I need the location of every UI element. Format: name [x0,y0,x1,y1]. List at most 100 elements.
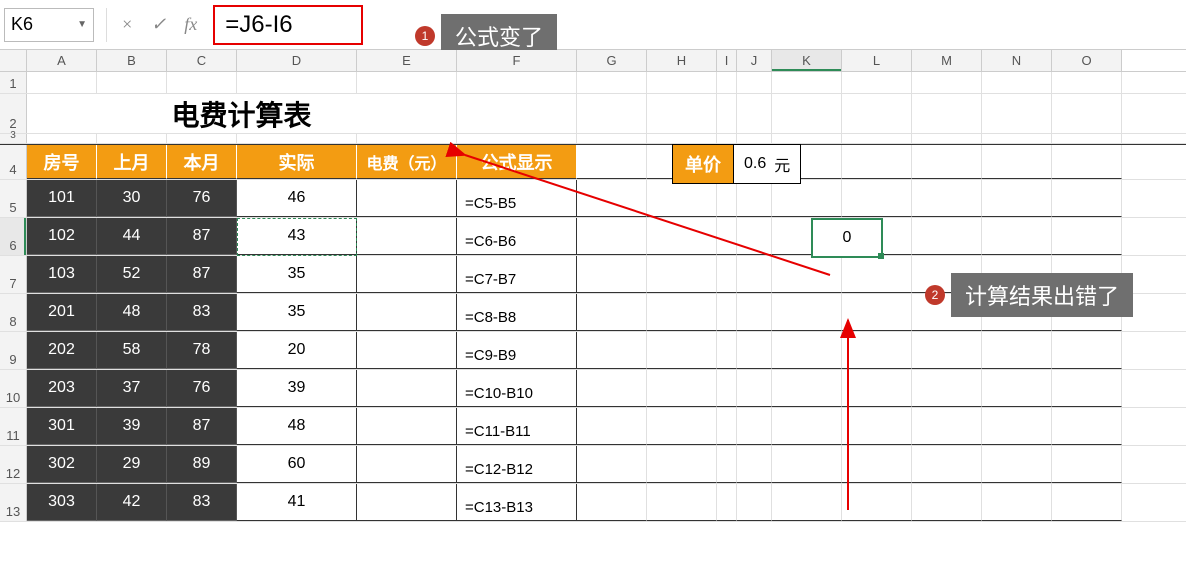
col-header-H[interactable]: H [647,50,717,71]
cell-fee[interactable] [357,218,457,255]
cell-room[interactable]: 303 [27,484,97,521]
cell[interactable] [737,256,772,293]
cell-last[interactable]: 52 [97,256,167,293]
cell[interactable] [577,180,647,217]
cell[interactable] [842,256,912,293]
cell-last[interactable]: 44 [97,218,167,255]
cell-formula[interactable]: =C8-B8 [457,294,577,331]
row-header-3[interactable]: 3 [0,134,27,143]
row-header-2[interactable]: 2 [0,94,27,133]
cell[interactable] [982,332,1052,369]
cell-last[interactable]: 30 [97,180,167,217]
cell-this[interactable]: 87 [167,218,237,255]
chevron-down-icon[interactable]: ▼ [77,19,87,30]
row-header-4[interactable]: 4 [0,145,27,179]
cell[interactable] [647,294,717,331]
cell[interactable] [647,332,717,369]
cell[interactable] [717,294,737,331]
cell-room[interactable]: 103 [27,256,97,293]
cell[interactable] [842,484,912,521]
col-header-J[interactable]: J [737,50,772,71]
cell-actual[interactable]: 41 [237,484,357,521]
col-header-O[interactable]: O [1052,50,1122,71]
cell[interactable] [842,332,912,369]
cell[interactable] [647,408,717,445]
cell[interactable] [737,294,772,331]
cell-actual[interactable]: 35 [237,256,357,293]
cell[interactable] [982,484,1052,521]
cell[interactable] [1052,408,1122,445]
cell-this[interactable]: 87 [167,408,237,445]
cell[interactable] [577,370,647,407]
row-header-11[interactable]: 11 [0,408,27,445]
cell-room[interactable]: 102 [27,218,97,255]
cell[interactable] [772,180,842,217]
cancel-icon[interactable]: × [121,14,133,35]
cell-fee[interactable] [357,408,457,445]
cell[interactable] [737,370,772,407]
row-header-6[interactable]: 6 [0,218,27,255]
cell-formula[interactable]: =C11-B11 [457,408,577,445]
cell[interactable] [772,408,842,445]
cell-formula[interactable]: =C6-B6 [457,218,577,255]
cell[interactable] [1052,180,1122,217]
cell[interactable] [577,332,647,369]
cell[interactable] [982,408,1052,445]
cell[interactable] [912,484,982,521]
cell-fee[interactable] [357,332,457,369]
cell-formula[interactable]: =C12-B12 [457,446,577,483]
cell[interactable] [912,218,982,255]
col-header-D[interactable]: D [237,50,357,71]
cell-formula[interactable]: =C7-B7 [457,256,577,293]
cell-fee[interactable] [357,256,457,293]
cell[interactable] [577,218,647,255]
cell-room[interactable]: 101 [27,180,97,217]
cell-formula[interactable]: =C13-B13 [457,484,577,521]
hdr-formula[interactable]: 公式显示 [457,145,577,179]
cell[interactable] [717,408,737,445]
cell-last[interactable]: 29 [97,446,167,483]
cell[interactable] [577,294,647,331]
cell-this[interactable]: 78 [167,332,237,369]
col-header-F[interactable]: F [457,50,577,71]
row-header-7[interactable]: 7 [0,256,27,293]
cell[interactable] [737,218,772,255]
cell[interactable] [1052,446,1122,483]
hdr-fee[interactable]: 电费（元） [357,145,457,179]
cell-last[interactable]: 37 [97,370,167,407]
hdr-last[interactable]: 上月 [97,145,167,179]
col-header-N[interactable]: N [982,50,1052,71]
cell[interactable] [737,408,772,445]
fx-icon[interactable]: fx [184,14,197,35]
cell-this[interactable]: 89 [167,446,237,483]
hdr-room[interactable]: 房号 [27,145,97,179]
cell[interactable] [717,180,737,217]
cell[interactable] [737,332,772,369]
hdr-this[interactable]: 本月 [167,145,237,179]
cell[interactable] [842,408,912,445]
cell-room[interactable]: 201 [27,294,97,331]
col-header-I[interactable]: I [717,50,737,71]
cell-last[interactable]: 48 [97,294,167,331]
cell[interactable] [577,484,647,521]
cell-fee[interactable] [357,484,457,521]
row-header-9[interactable]: 9 [0,332,27,369]
cell-room[interactable]: 202 [27,332,97,369]
cell[interactable] [647,256,717,293]
cell[interactable] [717,446,737,483]
col-header-E[interactable]: E [357,50,457,71]
cell-this[interactable]: 87 [167,256,237,293]
cell[interactable] [647,370,717,407]
cell[interactable] [1052,218,1122,255]
row-header-5[interactable]: 5 [0,180,27,217]
hdr-actual[interactable]: 实际 [237,145,357,179]
cell-actual[interactable]: 39 [237,370,357,407]
cell[interactable] [912,408,982,445]
cell[interactable] [1052,370,1122,407]
cell-this[interactable]: 83 [167,484,237,521]
cell[interactable] [842,294,912,331]
cell[interactable] [717,218,737,255]
cell-this[interactable]: 76 [167,180,237,217]
cell[interactable] [912,370,982,407]
cell[interactable] [982,446,1052,483]
